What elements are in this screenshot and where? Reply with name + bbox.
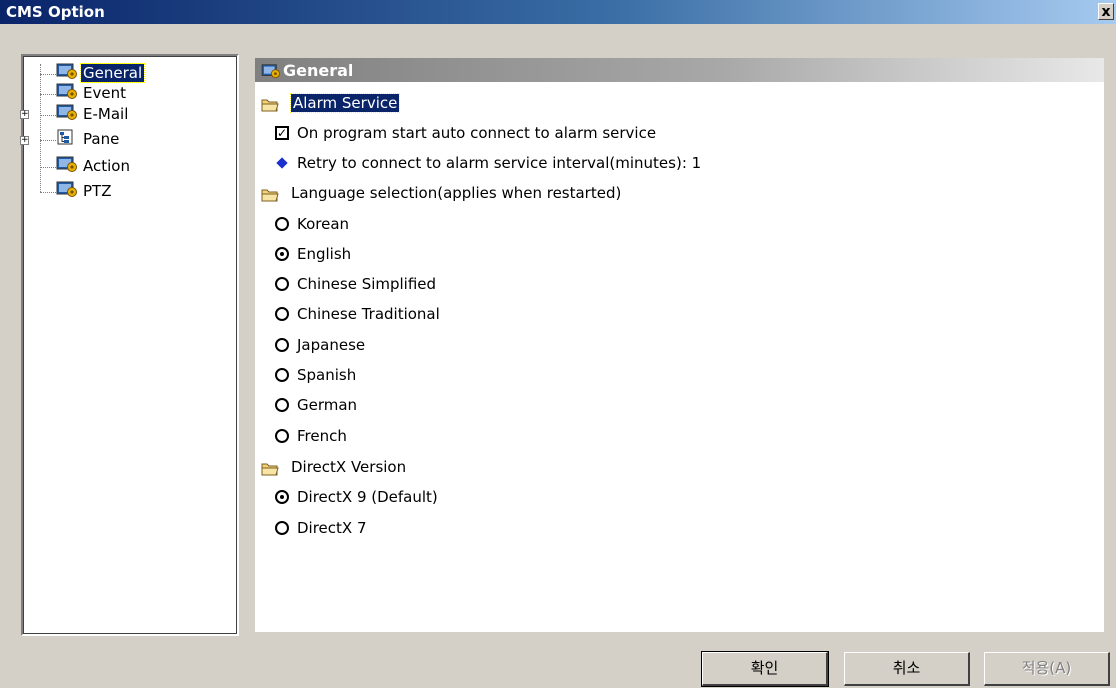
option-label: German	[297, 396, 358, 414]
option-label: On program start auto connect to alarm s…	[297, 124, 657, 142]
radio-button[interactable]	[275, 277, 289, 291]
option-label: Japanese	[297, 336, 366, 354]
expand-email-icon[interactable]: +	[20, 110, 29, 119]
alarm-service-group[interactable]: Alarm Service	[261, 92, 761, 114]
language-option-spanish[interactable]: Spanish	[275, 364, 675, 386]
option-label: DirectX 7	[297, 519, 367, 537]
settings-gear-icon	[56, 82, 78, 104]
tree-item-ptz[interactable]: PTZ	[56, 180, 113, 200]
tree-item-label: General	[79, 62, 146, 83]
option-label: DirectX 9 (Default)	[297, 488, 438, 506]
options-tree: + + General Event E-Mail Pane Action PTZ	[20, 54, 239, 636]
folder-icon	[261, 96, 279, 112]
diamond-bullet-icon	[276, 157, 288, 169]
tree-pane-icon	[56, 128, 78, 150]
retry-interval-option[interactable]: Retry to connect to alarm service interv…	[275, 152, 875, 174]
tree-connector	[40, 115, 56, 116]
radio-button[interactable]	[275, 429, 289, 443]
group-heading: Alarm Service	[289, 93, 401, 113]
settings-gear-icon	[56, 103, 78, 125]
tree-item-pane[interactable]: Pane	[56, 128, 121, 148]
radio-button[interactable]	[275, 368, 289, 382]
option-label: Chinese Simplified	[297, 275, 437, 293]
tree-item-label: PTZ	[83, 181, 112, 200]
option-label: Retry to connect to alarm service interv…	[297, 154, 702, 172]
tree-connector	[40, 167, 56, 168]
language-option-chinese-simplified[interactable]: Chinese Simplified	[275, 273, 675, 295]
tree-item-event[interactable]: Event	[56, 82, 128, 102]
tree-item-email[interactable]: E-Mail	[56, 103, 130, 123]
group-heading: Language selection(applies when restarte…	[291, 184, 622, 202]
language-option-korean[interactable]: Korean	[275, 213, 675, 235]
directx-option-9[interactable]: DirectX 9 (Default)	[275, 486, 675, 508]
title-bar: CMS Option x	[0, 0, 1116, 24]
tree-connector	[40, 94, 56, 95]
radio-button[interactable]	[275, 398, 289, 412]
tree-connector	[40, 64, 41, 192]
window-title: CMS Option	[6, 3, 105, 21]
folder-icon	[261, 186, 279, 202]
settings-gear-icon	[56, 155, 78, 177]
language-option-chinese-traditional[interactable]: Chinese Traditional	[275, 303, 675, 325]
tree-item-label: Pane	[83, 129, 120, 148]
settings-panel: General Alarm Service ✓ On program start…	[255, 58, 1104, 632]
settings-gear-icon	[56, 180, 78, 202]
radio-button[interactable]	[275, 338, 289, 352]
tree-connector	[40, 192, 56, 193]
panel-header: General	[255, 58, 1104, 82]
folder-icon	[261, 460, 279, 476]
radio-button[interactable]	[275, 490, 289, 504]
ok-button[interactable]: 확인	[701, 651, 829, 687]
settings-gear-icon	[56, 62, 78, 84]
expand-pane-icon[interactable]: +	[20, 136, 29, 145]
radio-button[interactable]	[275, 307, 289, 321]
close-button[interactable]: x	[1098, 3, 1114, 20]
option-label: Spanish	[297, 366, 357, 384]
option-label: French	[297, 427, 347, 445]
tree-connector	[40, 74, 56, 75]
language-option-english[interactable]: English	[275, 243, 675, 265]
directx-option-7[interactable]: DirectX 7	[275, 517, 675, 539]
settings-gear-icon	[261, 63, 281, 83]
auto-connect-checkbox[interactable]: ✓	[275, 126, 289, 140]
tree-item-label: Action	[83, 156, 130, 175]
radio-button[interactable]	[275, 247, 289, 261]
tree-connector	[40, 140, 56, 141]
language-group[interactable]: Language selection(applies when restarte…	[261, 182, 761, 204]
tree-item-action[interactable]: Action	[56, 155, 132, 175]
cancel-button[interactable]: 취소	[844, 652, 970, 686]
option-label: Korean	[297, 215, 350, 233]
language-option-french[interactable]: French	[275, 425, 675, 447]
radio-button[interactable]	[275, 217, 289, 231]
language-option-german[interactable]: German	[275, 394, 675, 416]
group-heading: DirectX Version	[291, 458, 407, 476]
panel-title: General	[283, 61, 354, 80]
tree-item-label: Event	[83, 83, 126, 102]
tree-item-general[interactable]: General	[56, 62, 146, 83]
apply-button[interactable]: 적용(A)	[984, 652, 1110, 686]
language-option-japanese[interactable]: Japanese	[275, 334, 675, 356]
auto-connect-option[interactable]: ✓ On program start auto connect to alarm…	[275, 122, 875, 144]
tree-item-label: E-Mail	[83, 104, 129, 123]
option-label: Chinese Traditional	[297, 305, 440, 323]
directx-group[interactable]: DirectX Version	[261, 456, 761, 478]
option-label: English	[297, 245, 352, 263]
radio-button[interactable]	[275, 521, 289, 535]
